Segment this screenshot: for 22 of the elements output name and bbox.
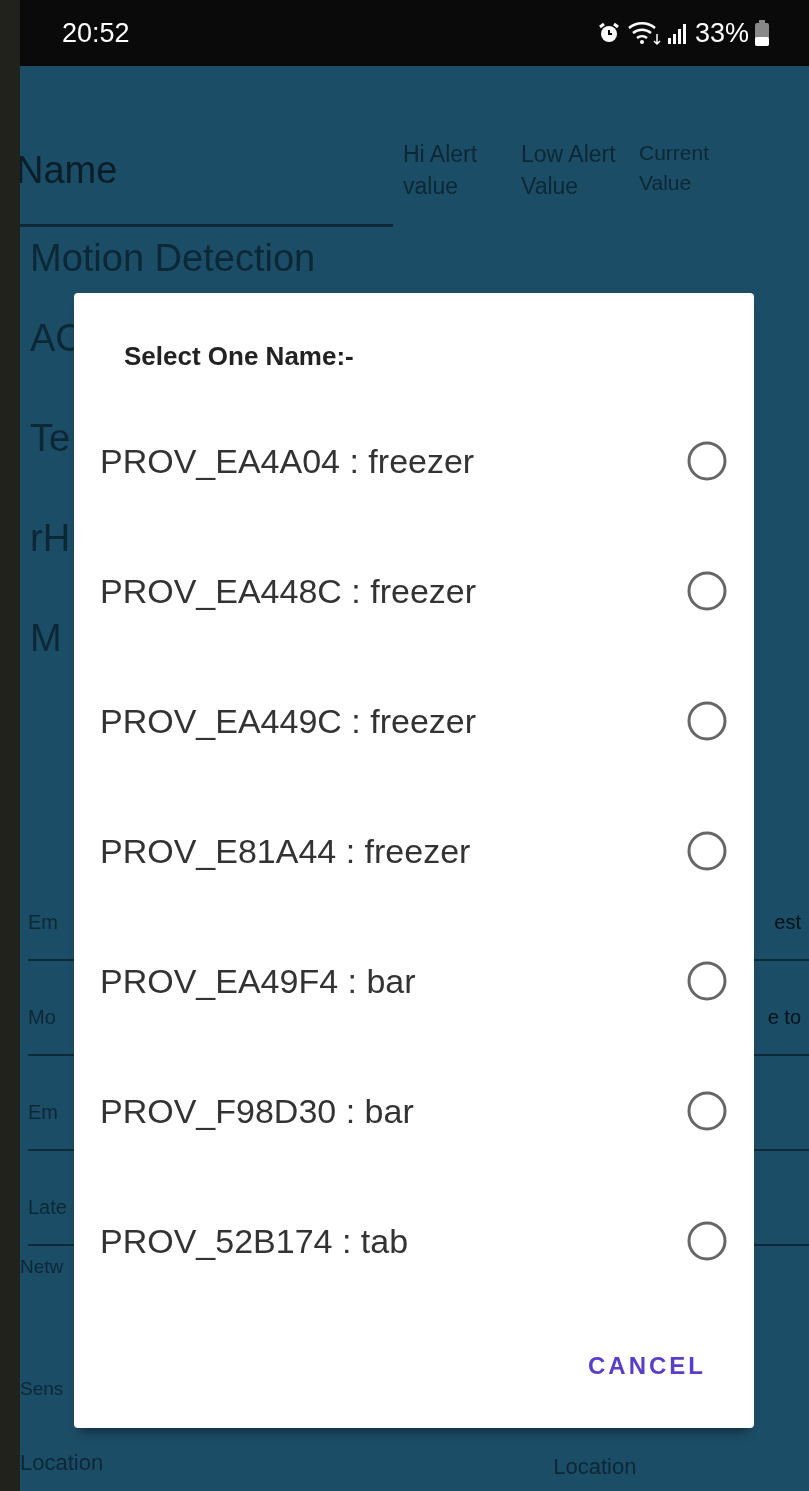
radio-button[interactable]	[686, 440, 728, 482]
option-label[interactable]: PROV_EA449C : freezer	[100, 701, 477, 741]
radio-button[interactable]	[686, 830, 728, 872]
option-label[interactable]: PROV_EA4A04 : freezer	[100, 441, 475, 481]
clock: 20:52	[62, 17, 130, 49]
option-label[interactable]: PROV_F98D30 : bar	[100, 1091, 414, 1131]
option-label[interactable]: PROV_52B174 : tab	[100, 1221, 409, 1261]
radio-button[interactable]	[686, 960, 728, 1002]
option-label[interactable]: PROV_E81A44 : freezer	[100, 831, 471, 871]
wifi-icon	[626, 20, 661, 46]
dialog-title: Select One Name:-	[124, 341, 355, 372]
radio-button[interactable]	[686, 700, 728, 742]
battery-percent: 33%	[694, 17, 749, 49]
radio-button[interactable]	[686, 1090, 728, 1132]
cancel-button[interactable]: CANCEL	[580, 1344, 714, 1388]
option-label[interactable]: PROV_EA448C : freezer	[100, 571, 477, 611]
alarm-icon	[596, 21, 621, 45]
radio-button[interactable]	[686, 570, 728, 612]
signal-icon	[666, 22, 689, 44]
radio-button[interactable]	[686, 1220, 728, 1262]
option-label[interactable]: PROV_EA49F4 : bar	[100, 961, 416, 1001]
battery-icon	[755, 20, 769, 46]
